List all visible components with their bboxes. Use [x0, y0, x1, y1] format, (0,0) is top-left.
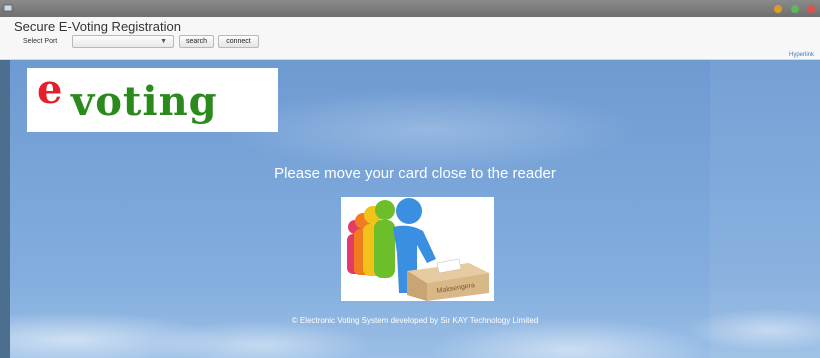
- main-panel: e voting Please move your card close to …: [10, 60, 820, 358]
- select-port-label: Select Port: [23, 38, 58, 45]
- port-dropdown[interactable]: ▼: [72, 35, 174, 48]
- hyperlink[interactable]: Hyperlink: [789, 52, 814, 58]
- maximize-button[interactable]: [791, 5, 799, 13]
- evoting-logo: e voting: [27, 66, 278, 132]
- toolbar: Secure E-Voting Registration Select Port…: [0, 17, 820, 60]
- right-panel-overlay: [710, 60, 820, 358]
- close-button[interactable]: [807, 5, 815, 13]
- window-title: Secure E-Voting Registration: [14, 19, 181, 34]
- logo-letter-e: e: [37, 66, 63, 113]
- chevron-down-icon: ▼: [160, 38, 167, 45]
- connect-button[interactable]: connect: [218, 35, 259, 48]
- app-icon: [3, 4, 13, 12]
- title-bar: [0, 0, 820, 17]
- card-prompt: Please move your card close to the reade…: [274, 165, 556, 182]
- voting-illustration: Maksengera: [341, 197, 494, 301]
- logo-text: voting: [71, 78, 218, 125]
- left-edge-bar: [0, 60, 10, 358]
- voters-queue-icon: Maksengera: [347, 198, 489, 301]
- search-button[interactable]: search: [179, 35, 214, 48]
- footer-credit: © Electronic Voting System developed by …: [291, 316, 539, 325]
- minimize-button[interactable]: [774, 5, 782, 13]
